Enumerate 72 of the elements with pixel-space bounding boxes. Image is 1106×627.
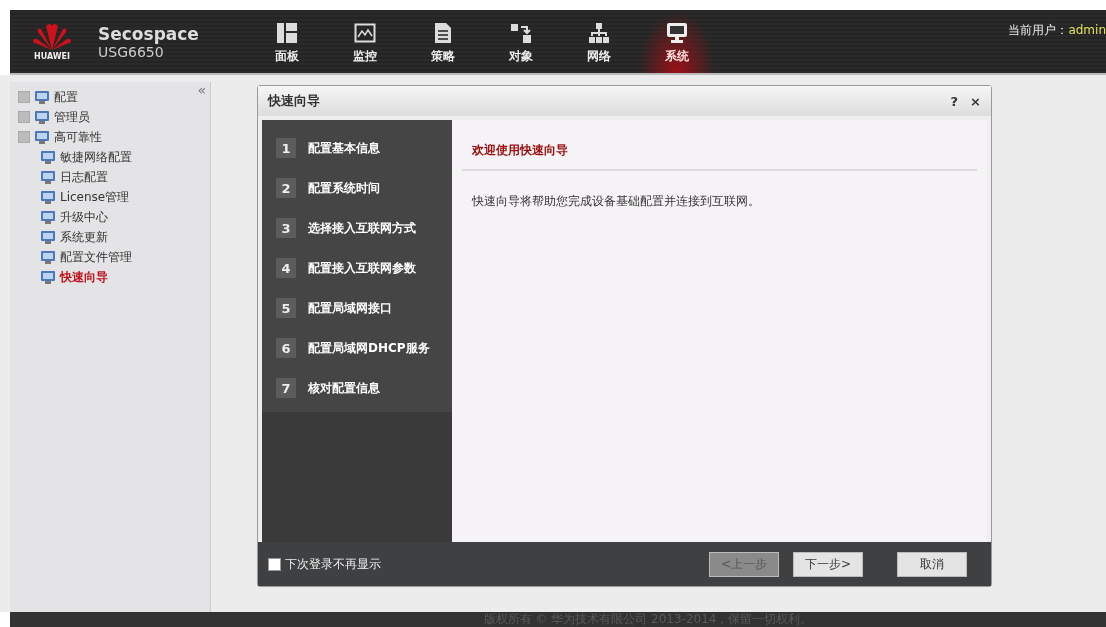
step-number: 6	[276, 338, 296, 358]
step-label: 选择接入互联网方式	[308, 219, 416, 237]
monitor-icon	[40, 269, 56, 285]
step-number: 7	[276, 378, 296, 398]
monitor-icon	[34, 109, 50, 125]
tree-item[interactable]: 日志配置	[60, 168, 108, 186]
monitor-icon	[40, 209, 56, 225]
expand-toggle[interactable]	[18, 111, 30, 123]
monitor-icon	[40, 169, 56, 185]
wizard-step[interactable]: 4 配置接入互联网参数	[262, 248, 452, 288]
next-button[interactable]: 下一步>	[793, 551, 863, 577]
nav-tab[interactable]: 对象	[482, 10, 560, 73]
nav-tab[interactable]: 监控	[326, 10, 404, 73]
close-button[interactable]: ×	[970, 93, 981, 109]
document-icon	[432, 22, 454, 44]
wizard-step[interactable]: 3 选择接入互联网方式	[262, 208, 452, 248]
logo-text: HUAWEI	[33, 52, 70, 61]
expand-toggle[interactable]	[18, 91, 30, 103]
user-name: admin	[1068, 23, 1106, 37]
checkbox-label: 下次登录不再显示	[285, 555, 381, 573]
collapse-button[interactable]: «	[197, 82, 206, 98]
monitor-icon	[40, 189, 56, 205]
tree-item[interactable]: 配置	[54, 88, 78, 106]
wizard-step[interactable]: 7 核对配置信息	[262, 368, 452, 408]
monitor-icon	[40, 149, 56, 165]
nav-tab[interactable]: 策略	[404, 10, 482, 73]
step-number: 2	[276, 178, 296, 198]
welcome-heading: 欢迎使用快速向导	[471, 142, 569, 159]
help-button[interactable]: ?	[950, 93, 959, 109]
dialog-title: 快速向导	[268, 92, 321, 110]
tree-item[interactable]: 配置文件管理	[60, 248, 132, 266]
tree-item[interactable]: 系统更新	[60, 228, 108, 246]
step-number: 4	[276, 258, 296, 278]
product-name: Secospace	[98, 23, 200, 44]
monitor-icon	[34, 129, 50, 145]
step-label: 配置局域网DHCP服务	[308, 339, 430, 357]
wizard-step[interactable]: 6 配置局域网DHCP服务	[262, 328, 452, 368]
nav-tab[interactable]: 面板	[248, 10, 326, 73]
monitor-icon	[666, 22, 688, 44]
welcome-text: 快速向导将帮助您完成设备基础配置并连接到互联网。	[472, 193, 761, 210]
monitor-icon	[40, 249, 56, 265]
product-model: USG6650	[98, 43, 164, 60]
step-label: 配置基本信息	[308, 139, 380, 157]
user-label: 当前用户：	[1008, 23, 1069, 37]
step-label: 配置局域网接口	[308, 299, 392, 317]
tree-item[interactable]: 管理员	[54, 108, 90, 126]
monitor-icon	[34, 89, 50, 105]
tree-item[interactable]: 高可靠性	[54, 128, 102, 146]
step-label: 配置系统时间	[308, 179, 380, 197]
wizard-step[interactable]: 2 配置系统时间	[262, 168, 452, 208]
dashboard-icon	[276, 22, 298, 44]
objects-icon	[510, 22, 532, 44]
tree-item[interactable]: 敏捷网络配置	[60, 148, 132, 166]
tree-item[interactable]: License管理	[60, 188, 130, 206]
monitor-icon	[40, 229, 56, 245]
step-number: 1	[276, 138, 296, 158]
step-label: 配置接入互联网参数	[308, 259, 416, 277]
tree-item[interactable]: 快速向导	[60, 268, 108, 286]
cancel-button[interactable]: 取消	[897, 551, 967, 577]
network-icon	[588, 22, 610, 44]
wizard-step[interactable]: 5 配置局域网接口	[262, 288, 452, 328]
logo-icon	[32, 22, 72, 52]
wizard-step[interactable]: 1 配置基本信息	[262, 128, 452, 168]
nav-tab[interactable]: 网络	[560, 10, 638, 73]
step-number: 5	[276, 298, 296, 318]
checkbox[interactable]	[268, 557, 281, 571]
step-number: 3	[276, 218, 296, 238]
step-label: 核对配置信息	[308, 379, 380, 397]
nav-tab[interactable]: 系统	[638, 10, 716, 73]
expand-toggle[interactable]	[18, 131, 30, 143]
chart-icon	[354, 22, 376, 44]
tree-item[interactable]: 升级中心	[60, 208, 108, 226]
